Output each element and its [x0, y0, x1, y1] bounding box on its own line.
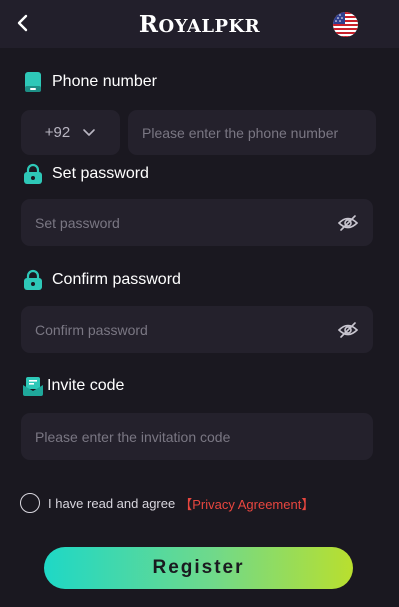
password-input-placeholder: Set password [35, 214, 120, 231]
agreement-row: I have read and agree 【Privacy Agreement… [20, 492, 314, 514]
invite-label-text: Invite code [47, 377, 125, 394]
country-code-value: +92 [44, 124, 71, 141]
phone-icon [25, 72, 41, 92]
confirm-password-input[interactable]: Confirm password [21, 306, 373, 353]
chevron-down-icon [83, 129, 96, 136]
password-label-text: Set password [52, 165, 149, 182]
eye-off-icon[interactable] [337, 319, 359, 341]
phone-label-text: Phone number [52, 73, 157, 90]
phone-input[interactable]: Please enter the phone number [128, 110, 376, 155]
invite-code-input[interactable]: Please enter the invitation code [21, 413, 373, 460]
phone-label: Phone number [22, 70, 157, 94]
us-flag-icon[interactable] [333, 12, 358, 37]
confirm-password-label: Confirm password [22, 268, 181, 292]
confirm-password-label-text: Confirm password [52, 271, 181, 288]
agreement-radio[interactable] [20, 493, 40, 513]
privacy-agreement-link[interactable]: 【Privacy Agreement】 [179, 494, 314, 513]
lock-icon [24, 163, 42, 184]
register-page: ROYALPKR Phone number +92 Please enter t… [0, 0, 399, 607]
invitation-envelope-icon [23, 377, 43, 396]
confirm-password-input-placeholder: Confirm password [35, 321, 148, 338]
password-label: Set password [22, 162, 149, 186]
logo-rest: OYALPKR [158, 16, 261, 37]
header-bar: ROYALPKR [0, 0, 399, 48]
invite-code-input-placeholder: Please enter the invitation code [35, 428, 231, 445]
country-code-select[interactable]: +92 [21, 110, 120, 155]
password-input[interactable]: Set password [21, 199, 373, 246]
logo-initial: R [138, 11, 159, 38]
agreement-text: I have read and agree [48, 495, 176, 511]
lock-icon [24, 269, 42, 290]
register-button[interactable]: Register [44, 547, 353, 589]
invite-label: Invite code [22, 374, 124, 398]
eye-off-icon[interactable] [337, 212, 359, 234]
phone-input-placeholder: Please enter the phone number [142, 124, 339, 141]
